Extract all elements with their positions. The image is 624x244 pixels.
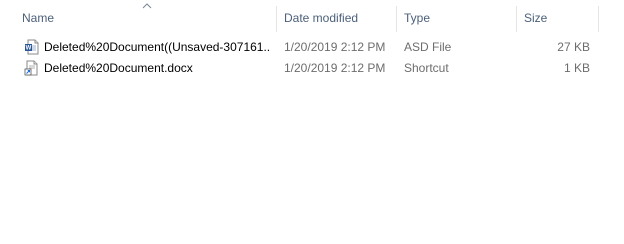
file-date-modified: 1/20/2019 2:12 PM — [284, 40, 386, 54]
column-header-size-label: Size — [524, 11, 548, 25]
file-size: 1 KB — [563, 61, 590, 75]
column-header-size[interactable]: Size — [518, 0, 598, 34]
column-header-bar: Name Date modified Type Size — [0, 0, 624, 34]
file-date-modified: 1/20/2019 2:12 PM — [284, 61, 386, 75]
column-header-type[interactable]: Type — [398, 0, 516, 34]
file-row[interactable]: W Deleted%20Document((Unsaved-307161... … — [0, 37, 600, 58]
column-header-type-label: Type — [404, 11, 431, 25]
file-type: ASD File — [404, 40, 452, 54]
file-name: Deleted%20Document((Unsaved-307161... — [22, 37, 270, 58]
file-name: Deleted%20Document.docx — [22, 58, 270, 79]
column-divider[interactable] — [598, 6, 599, 32]
file-name-text: Deleted%20Document((Unsaved-307161... — [44, 40, 270, 54]
column-header-name-label: Name — [22, 11, 55, 25]
file-list: W Deleted%20Document((Unsaved-307161... … — [0, 37, 624, 79]
column-header-name[interactable]: Name — [16, 0, 276, 34]
file-explorer-list: Name Date modified Type Size W Deleted%2… — [0, 0, 624, 244]
file-type: Shortcut — [404, 61, 449, 75]
column-header-date-modified[interactable]: Date modified — [278, 0, 396, 34]
column-divider[interactable] — [276, 6, 277, 32]
column-divider[interactable] — [396, 6, 397, 32]
file-name-text: Deleted%20Document.docx — [44, 61, 193, 75]
column-header-date-label: Date modified — [284, 11, 359, 25]
column-divider[interactable] — [516, 6, 517, 32]
file-size: 27 KB — [557, 40, 590, 54]
file-row[interactable]: Deleted%20Document.docx 1/20/2019 2:12 P… — [0, 58, 600, 79]
